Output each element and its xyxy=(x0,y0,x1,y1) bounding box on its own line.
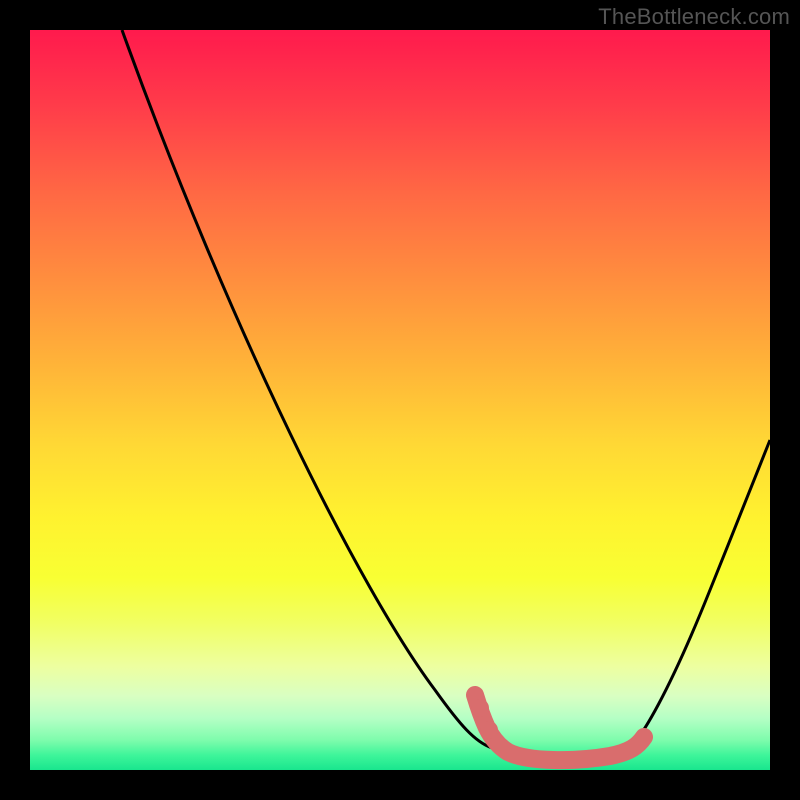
watermark-text: TheBottleneck.com xyxy=(598,4,790,30)
bottleneck-curve xyxy=(122,30,770,762)
marker-dot-1 xyxy=(471,699,489,717)
optimal-segment xyxy=(475,695,644,760)
chart-svg xyxy=(30,30,770,770)
chart-plot-area xyxy=(30,30,770,770)
chart-frame: TheBottleneck.com xyxy=(0,0,800,800)
marker-dot-2 xyxy=(480,721,498,739)
